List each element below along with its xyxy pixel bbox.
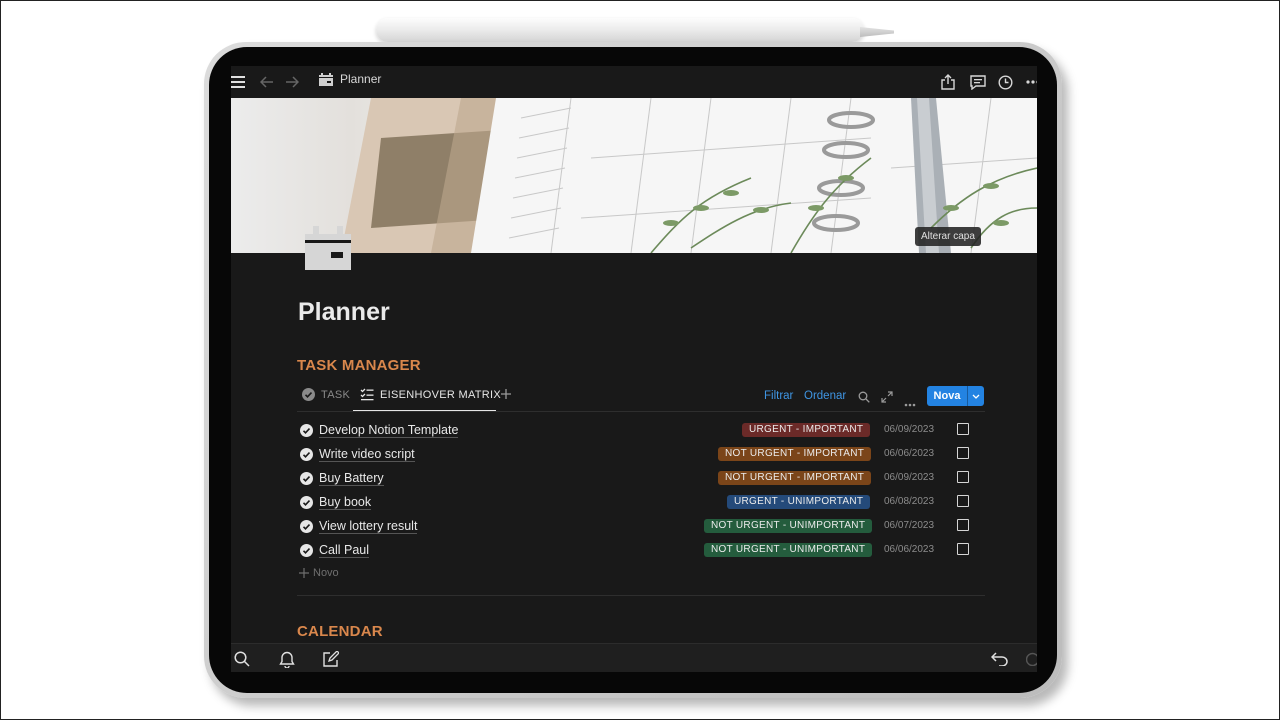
check-circle-icon xyxy=(300,496,313,509)
table-row[interactable]: Write video script NOT URGENT - IMPORTAN… xyxy=(297,444,985,466)
task-name[interactable]: Call Paul xyxy=(319,543,370,558)
tab-eisenhower-label: EISENHOVER MATRIX xyxy=(380,388,502,401)
check-circle-icon xyxy=(300,448,313,461)
bell-icon[interactable] xyxy=(277,649,297,669)
new-button-label[interactable]: Nova xyxy=(927,386,967,406)
calendar-heading: CALENDAR xyxy=(297,623,383,640)
priority-tag: NOT URGENT - UNIMPORTANT xyxy=(704,519,873,533)
forward-arrow-icon[interactable] xyxy=(282,72,302,92)
task-name[interactable]: Write video script xyxy=(319,447,415,462)
priority-tag: URGENT - IMPORTANT xyxy=(742,423,871,437)
tab-task-label: TASK xyxy=(321,388,351,401)
tab-task[interactable]: TASK xyxy=(302,388,350,401)
table-row[interactable]: Develop Notion Template URGENT - IMPORTA… xyxy=(297,420,985,442)
priority-tag: NOT URGENT - IMPORTANT xyxy=(718,471,872,485)
top-bar: Planner xyxy=(231,66,1037,98)
priority-tag: NOT URGENT - UNIMPORTANT xyxy=(704,543,873,557)
check-circle-icon xyxy=(300,544,313,557)
done-checkbox[interactable] xyxy=(957,543,969,555)
table-row[interactable]: Buy book URGENT - UNIMPORTANT 06/08/2023 xyxy=(297,492,985,514)
check-circle-icon xyxy=(300,472,313,485)
compose-icon[interactable] xyxy=(321,649,341,669)
redo-icon[interactable] xyxy=(1023,649,1037,669)
done-checkbox[interactable] xyxy=(957,423,969,435)
check-circle-icon xyxy=(302,388,315,401)
back-arrow-icon[interactable] xyxy=(257,72,277,92)
task-name[interactable]: Buy Battery xyxy=(319,471,384,486)
expand-icon[interactable] xyxy=(881,390,893,403)
table-row[interactable]: Buy Battery NOT URGENT - IMPORTANT 06/09… xyxy=(297,468,985,490)
sort-button[interactable]: Ordenar xyxy=(804,390,846,402)
done-checkbox[interactable] xyxy=(957,471,969,483)
breadcrumb-page-name: Planner xyxy=(340,72,382,86)
more-icon[interactable] xyxy=(1023,72,1037,92)
notion-screen: Planner Alterar capa Planner TASK MANAGE… xyxy=(231,66,1037,672)
search-icon[interactable] xyxy=(232,649,252,669)
task-date: 06/09/2023 xyxy=(884,472,935,483)
share-icon[interactable] xyxy=(938,72,958,92)
table-row[interactable]: Call Paul NOT URGENT - UNIMPORTANT 06/06… xyxy=(297,540,985,562)
chevron-down-icon[interactable] xyxy=(968,386,984,406)
task-date: 06/07/2023 xyxy=(884,520,935,531)
check-circle-icon xyxy=(300,520,313,533)
more-options-icon[interactable] xyxy=(904,394,916,407)
table-row[interactable]: View lottery result NOT URGENT - UNIMPOR… xyxy=(297,516,985,538)
filter-button[interactable]: Filtrar xyxy=(764,390,793,402)
apple-pencil xyxy=(376,18,864,42)
add-view-icon[interactable] xyxy=(500,387,512,399)
comment-icon[interactable] xyxy=(968,72,988,92)
search-icon[interactable] xyxy=(858,390,870,403)
calendar-page-icon xyxy=(319,72,333,86)
new-item-button[interactable]: Nova xyxy=(927,386,984,406)
task-date: 06/09/2023 xyxy=(884,424,935,435)
change-cover-button[interactable]: Alterar capa xyxy=(915,227,981,246)
tab-eisenhower-matrix[interactable]: EISENHOVER MATRIX xyxy=(360,388,501,401)
task-manager-heading: TASK MANAGER xyxy=(297,357,421,374)
check-circle-icon xyxy=(300,424,313,437)
checklist-icon xyxy=(360,388,374,401)
priority-tag: URGENT - UNIMPORTANT xyxy=(727,495,871,509)
task-name[interactable]: Develop Notion Template xyxy=(319,423,459,438)
add-new-row-button[interactable]: Novo xyxy=(299,567,339,579)
task-date: 06/06/2023 xyxy=(884,544,935,555)
history-icon[interactable] xyxy=(995,72,1015,92)
task-date: 06/08/2023 xyxy=(884,496,935,507)
priority-tag: NOT URGENT - IMPORTANT xyxy=(718,447,872,461)
menu-icon[interactable] xyxy=(231,72,248,92)
page-title: Planner xyxy=(298,298,390,326)
breadcrumb[interactable]: Planner xyxy=(319,72,381,86)
bottom-toolbar xyxy=(231,643,1037,672)
done-checkbox[interactable] xyxy=(957,447,969,459)
task-name[interactable]: View lottery result xyxy=(319,519,418,534)
toolbar-divider xyxy=(297,411,985,412)
plus-icon xyxy=(299,568,309,578)
table-end-divider xyxy=(297,595,985,596)
task-date: 06/06/2023 xyxy=(884,448,935,459)
done-checkbox[interactable] xyxy=(957,519,969,531)
database-view-toolbar: TASK EISENHOVER MATRIX Filtrar Ordenar N… xyxy=(297,384,985,412)
done-checkbox[interactable] xyxy=(957,495,969,507)
task-name[interactable]: Buy book xyxy=(319,495,372,510)
page-calendar-icon[interactable] xyxy=(303,226,353,272)
add-new-label: Novo xyxy=(313,567,339,579)
undo-icon[interactable] xyxy=(989,649,1009,669)
